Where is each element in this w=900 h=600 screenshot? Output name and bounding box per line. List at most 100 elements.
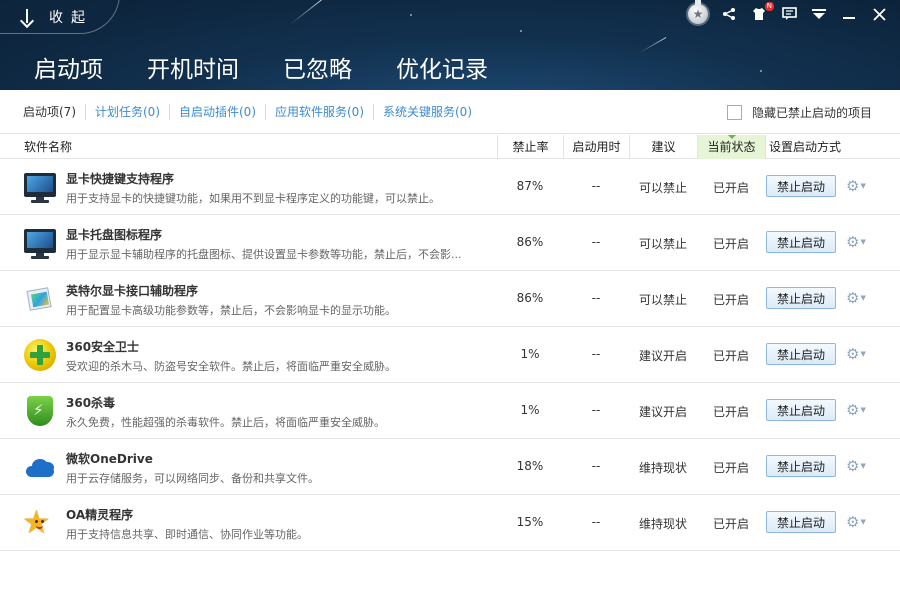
hide-disabled-option[interactable]: 隐藏已禁止启动的项目 (726, 104, 872, 121)
current-state: 已开启 (712, 349, 749, 363)
disable-rate: 1% (520, 403, 540, 417)
software-description: 用于显示显卡辅助程序的托盘图标、提供设置显卡参数等功能，禁止后，不会影... (66, 248, 462, 261)
disable-startup-button[interactable]: 禁止启动 (766, 455, 836, 477)
advice: 建议开启 (638, 349, 687, 363)
software-name: 英特尔显卡接口辅助程序 (66, 284, 199, 298)
tab-boot-time[interactable]: 开机时间 (137, 50, 249, 88)
startup-time: -- (591, 347, 601, 361)
share-icon[interactable] (720, 5, 738, 23)
gear-icon[interactable]: ⚙ ▼ (846, 290, 866, 306)
chevron-down-icon: ▼ (860, 350, 866, 358)
meteor-streak (639, 37, 667, 53)
skin-icon[interactable]: N (750, 2, 774, 23)
disable-startup-button[interactable]: 禁止启动 (766, 175, 836, 197)
software-name: 显卡快捷键支持程序 (66, 172, 175, 186)
disable-startup-button[interactable]: 禁止启动 (766, 399, 836, 421)
subnav-list: 启动项(7) 计划任务(0) 自启动插件(0) 应用软件服务(0) 系统关键服务… (14, 104, 481, 120)
tab-startup-items[interactable]: 启动项 (24, 50, 113, 88)
gear-icon[interactable]: ⚙ ▼ (846, 514, 866, 530)
star-dot (760, 70, 762, 72)
startup-time: -- (591, 459, 601, 473)
advice: 可以禁止 (638, 181, 687, 195)
table-row: ★ OA精灵程序 用于支持信息共享、即时通信、协同作业等功能。 15% -- 维… (0, 495, 900, 551)
intel-graphics-icon (24, 283, 56, 315)
current-state: 已开启 (712, 517, 749, 531)
minimize-icon[interactable] (840, 5, 858, 23)
startup-time: -- (591, 403, 601, 417)
gear-icon[interactable]: ⚙ ▼ (846, 234, 866, 250)
header-current-state[interactable]: 当前状态 (697, 135, 765, 159)
table-row: 显卡托盘图标程序 用于显示显卡辅助程序的托盘图标、提供设置显卡参数等功能，禁止后… (0, 215, 900, 271)
table-row: 英特尔显卡接口辅助程序 用于配置显卡高级功能参数等，禁止后，不会影响显卡的显示功… (0, 271, 900, 327)
medal-icon[interactable]: ★ (688, 0, 708, 24)
hide-disabled-checkbox[interactable] (726, 105, 742, 120)
chevron-down-icon: ▼ (860, 294, 866, 302)
disable-startup-button[interactable]: 禁止启动 (766, 343, 836, 365)
software-name: 360安全卫士 (66, 340, 140, 354)
header-advice[interactable]: 建议 (629, 135, 697, 159)
disable-startup-button[interactable]: 禁止启动 (766, 511, 836, 533)
disable-rate: 1% (520, 347, 540, 361)
360-antivirus-icon (24, 395, 56, 427)
disable-rate: 18% (516, 459, 544, 473)
advice: 可以禁止 (638, 293, 687, 307)
subnav-scheduled-tasks[interactable]: 计划任务(0) (86, 104, 170, 120)
hide-disabled-label: 隐藏已禁止启动的项目 (751, 106, 872, 120)
table-row: 360杀毒 永久免费，性能超强的杀毒软件。禁止后，将面临严重安全威胁。 1% -… (0, 383, 900, 439)
menu-icon[interactable] (810, 5, 828, 23)
advice: 可以禁止 (638, 237, 687, 251)
chevron-down-icon: ▼ (860, 238, 866, 246)
star-dot (410, 14, 412, 16)
software-description: 永久免费，性能超强的杀毒软件。禁止后，将面临严重安全威胁。 (66, 416, 385, 429)
close-icon[interactable] (870, 5, 888, 23)
collapse-label: 收起 (49, 10, 93, 26)
tab-ignored[interactable]: 已忽略 (273, 50, 362, 88)
current-state: 已开启 (712, 293, 749, 307)
advice: 维持现状 (638, 517, 687, 531)
current-state: 已开启 (712, 461, 749, 475)
titlebar-controls: ★ N (688, 0, 888, 24)
chevron-down-icon: ▼ (860, 406, 866, 414)
gear-icon[interactable]: ⚙ ▼ (846, 458, 866, 474)
advice: 维持现状 (638, 461, 687, 475)
collapse-button[interactable]: 收起 (0, 0, 120, 34)
onedrive-cloud-icon (24, 451, 56, 483)
header-startup-time[interactable]: 启动用时 (563, 135, 629, 159)
software-name: 360杀毒 (66, 396, 116, 410)
header-banner: 收起 ★ N 启动项 开机时间 已忽略 优化记录 (0, 0, 900, 90)
monitor-icon (24, 171, 56, 203)
software-description: 用于支持信息共享、即时通信、协同作业等功能。 (66, 528, 308, 541)
software-name: 微软OneDrive (66, 452, 153, 466)
disable-startup-button[interactable]: 禁止启动 (766, 231, 836, 253)
startup-list: 显卡快捷键支持程序 用于支持显卡的快捷键功能，如果用不到显卡程序定义的功能键，可… (0, 159, 900, 551)
header-software-name: 软件名称 (24, 140, 73, 154)
table-header: 软件名称 禁止率 启动用时 建议 当前状态 设置启动方式 (0, 135, 900, 159)
message-icon[interactable] (780, 5, 798, 23)
software-description: 用于云存储服务，可以网络同步、备份和共享文件。 (66, 472, 319, 485)
chevron-down-icon: ▼ (860, 518, 866, 526)
startup-time: -- (591, 291, 601, 305)
star-dot (520, 30, 522, 32)
disable-rate: 86% (516, 291, 544, 305)
tab-optimize-history[interactable]: 优化记录 (386, 50, 498, 88)
sub-navigation: 启动项(7) 计划任务(0) 自启动插件(0) 应用软件服务(0) 系统关键服务… (0, 90, 900, 134)
gear-icon[interactable]: ⚙ ▼ (846, 346, 866, 362)
subnav-system-services[interactable]: 系统关键服务(0) (374, 104, 481, 120)
table-row: 360安全卫士 受欢迎的杀木马、防盗号安全软件。禁止后，将面临严重安全威胁。 1… (0, 327, 900, 383)
advice: 建议开启 (638, 405, 687, 419)
subnav-autostart-plugins[interactable]: 自启动插件(0) (170, 104, 266, 120)
360-safe-icon (24, 339, 56, 371)
current-state: 已开启 (712, 237, 749, 251)
disable-startup-button[interactable]: 禁止启动 (766, 287, 836, 309)
subnav-startup-items[interactable]: 启动项(7) (14, 104, 86, 120)
software-description: 用于支持显卡的快捷键功能，如果用不到显卡程序定义的功能键，可以禁止。 (66, 192, 440, 205)
software-description: 用于配置显卡高级功能参数等，禁止后，不会影响显卡的显示功能。 (66, 304, 396, 317)
monitor-icon (24, 227, 56, 259)
table-row: 微软OneDrive 用于云存储服务，可以网络同步、备份和共享文件。 18% -… (0, 439, 900, 495)
subnav-app-services[interactable]: 应用软件服务(0) (266, 104, 374, 120)
disable-rate: 87% (516, 179, 544, 193)
gear-icon[interactable]: ⚙ ▼ (846, 402, 866, 418)
gear-icon[interactable]: ⚙ ▼ (846, 178, 866, 194)
header-disable-rate[interactable]: 禁止率 (497, 135, 563, 159)
skin-badge: N (764, 2, 774, 11)
